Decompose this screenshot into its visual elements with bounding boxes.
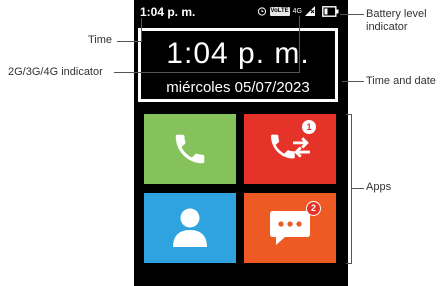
volte-badge: VoLTE xyxy=(269,6,290,16)
app-tile-messages[interactable]: 2 xyxy=(244,193,336,263)
network-type-indicator: 4G xyxy=(292,7,302,15)
signal-icon xyxy=(305,6,315,16)
callout-line-time-vertical xyxy=(141,18,142,42)
callout-line-apps xyxy=(352,188,364,189)
callout-line-battery xyxy=(340,14,364,15)
status-time: 1:04 p. m. xyxy=(140,5,196,19)
callout-line-time-and-date xyxy=(342,81,364,82)
app-tile-contacts[interactable] xyxy=(144,193,236,263)
phone-icon xyxy=(175,134,205,164)
callout-time: Time xyxy=(88,34,113,46)
clock-time: 1:04 p. m. xyxy=(166,37,310,70)
clock-date: miércoles 05/07/2023 xyxy=(166,79,310,96)
callout-network-indicator: 2G/3G/4G indicator xyxy=(8,66,103,78)
callout-line-network xyxy=(114,72,299,73)
callout-apps-bracket-vertical xyxy=(351,114,352,264)
battery-icon xyxy=(322,5,339,17)
call-log-icon xyxy=(270,134,310,159)
callout-apps: Apps xyxy=(366,181,392,193)
callout-line-network-vertical xyxy=(299,16,300,73)
status-bar: 1:04 p. m. VoLTE 4G xyxy=(134,0,348,22)
callout-apps-bracket-bottom xyxy=(346,263,351,264)
contact-icon xyxy=(173,208,207,247)
time-date-widget: 1:04 p. m. miércoles 05/07/2023 xyxy=(138,28,338,102)
callout-time-and-date: Time and date xyxy=(366,75,436,87)
callout-battery-line1: Battery level xyxy=(366,8,427,20)
callout-battery-line2: indicator xyxy=(366,21,408,33)
call-log-badge: 1 xyxy=(302,120,316,134)
app-tile-phone[interactable] xyxy=(144,114,236,184)
phone-screen: 1:04 p. m. VoLTE 4G 1:04 p. m. miércoles… xyxy=(134,0,348,286)
messages-badge: 2 xyxy=(306,201,321,216)
app-tile-call-log[interactable]: 1 xyxy=(244,114,336,184)
message-icon xyxy=(270,211,310,245)
callout-line-time xyxy=(117,41,141,42)
alarm-clock-icon xyxy=(257,7,266,16)
